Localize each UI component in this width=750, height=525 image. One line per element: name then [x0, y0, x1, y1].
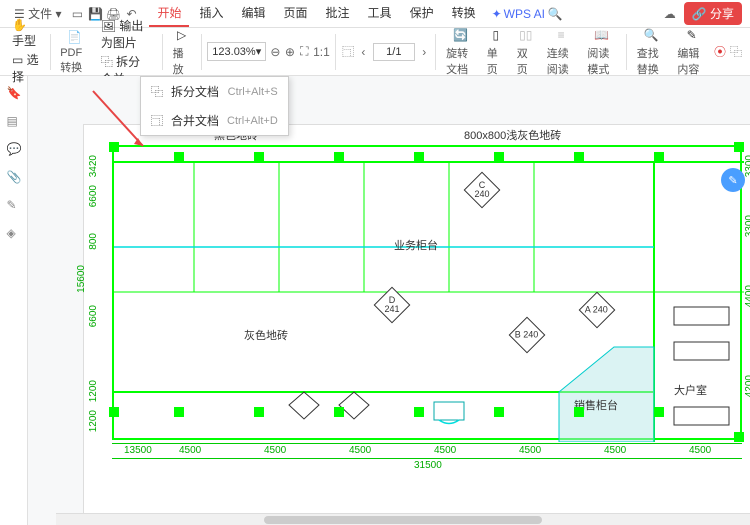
zoom-out-icon[interactable]: ⊖ — [270, 44, 280, 60]
tab-protect[interactable]: 保护 — [402, 0, 442, 27]
hand-tool[interactable]: ✋ 手型 — [12, 18, 40, 49]
ribbon: ✋ 手型 ▭ 选择 📄PDF转换 🖼 输出为图片 ⿻ 拆分合并 ▾ ▷播放 12… — [0, 28, 750, 76]
canvas[interactable]: ⿻拆分文档Ctrl+Alt+S ⿹合并文档Ctrl+Alt+D ✎ 黑色地砖 8… — [28, 76, 750, 525]
tab-tools[interactable]: 工具 — [360, 0, 400, 27]
extra1-icon[interactable]: ⦿ — [714, 44, 726, 60]
body: 🔖 ▤ 💬 📎 ✎ ◈ ⿻拆分文档Ctrl+Alt+S ⿹合并文档Ctrl+Al… — [0, 76, 750, 525]
open-icon[interactable]: ▭ — [69, 6, 85, 22]
menu-tabs: 开始 插入 编辑 页面 批注 工具 保护 转换 — [149, 0, 483, 27]
search-icon[interactable]: 🔍 — [547, 6, 563, 22]
single-icon[interactable]: ▯ — [487, 26, 505, 44]
floor-plan: 灰色地砖 业务柜台 销售柜台 大户室 C 240 D 241 B 240 A 2… — [112, 145, 742, 440]
merge-doc-item[interactable]: ⿹合并文档Ctrl+Alt+D — [141, 106, 288, 135]
label-gray: 灰色地砖 — [244, 327, 288, 343]
zoom-input[interactable]: 123.03% ▾ — [207, 42, 266, 61]
edit-icon[interactable]: ✎ — [7, 198, 21, 212]
tab-convert[interactable]: 转换 — [444, 0, 484, 27]
actual-icon[interactable]: 1:1 — [313, 44, 329, 60]
cloud-icon[interactable]: ☁ — [662, 6, 678, 22]
tab-annot[interactable]: 批注 — [318, 0, 358, 27]
thumbs-icon[interactable]: ▤ — [7, 114, 21, 128]
share-button[interactable]: 🔗 分享 — [684, 2, 742, 25]
play-icon[interactable]: ▷ — [173, 26, 191, 44]
prev-page-icon[interactable]: ‹ — [358, 44, 368, 60]
read-icon[interactable]: 📖 — [593, 26, 611, 44]
bookmark-icon[interactable]: 🔖 — [7, 86, 21, 100]
tab-page[interactable]: 页面 — [276, 0, 316, 27]
double-icon: ▯▯ — [517, 26, 535, 44]
float-button[interactable]: ✎ — [721, 168, 745, 192]
label-big: 大户室 — [674, 382, 707, 398]
cont-icon: ≡ — [552, 26, 570, 44]
next-page-icon[interactable]: › — [419, 44, 429, 60]
editcol-icon[interactable]: ✎ — [683, 26, 701, 44]
convert-icon[interactable]: 📄 — [66, 28, 84, 46]
find-icon[interactable]: 🔍 — [642, 26, 660, 44]
export-image[interactable]: 🖼 输出为图片 — [101, 17, 152, 51]
label-gray-tile: 800x800浅灰色地砖 — [464, 127, 561, 143]
scrollbar-h[interactable] — [56, 513, 750, 525]
tool1-icon[interactable]: ⿹ — [342, 44, 354, 60]
extra2-icon[interactable]: ⿻ — [730, 44, 742, 60]
tab-edit[interactable]: 编辑 — [234, 0, 274, 27]
fit-icon[interactable]: ⛶ — [299, 44, 309, 60]
arrow-annotation — [88, 86, 148, 156]
split-dropdown: ⿻拆分文档Ctrl+Alt+S ⿹合并文档Ctrl+Alt+D — [140, 76, 289, 136]
drawing-sheet: 黑色地砖 800x800浅灰色地砖 灰色地砖 业务柜台 销售柜台 大户室 — [83, 124, 750, 524]
attach-icon[interactable]: 📎 — [7, 170, 21, 184]
tab-insert[interactable]: 插入 — [191, 0, 231, 27]
layers-icon[interactable]: ◈ — [7, 226, 21, 240]
rotate-icon[interactable]: 🔄 — [451, 26, 469, 44]
page-input[interactable]: 1/1 — [373, 43, 416, 61]
zoom-in-icon[interactable]: ⊕ — [285, 44, 295, 60]
comment-icon[interactable]: 💬 — [7, 142, 21, 156]
label-biz: 业务柜台 — [394, 237, 438, 253]
wps-ai-button[interactable]: ✦ WPS AI — [492, 7, 545, 21]
sidebar: 🔖 ▤ 💬 📎 ✎ ◈ — [0, 76, 28, 525]
split-doc-item[interactable]: ⿻拆分文档Ctrl+Alt+S — [141, 77, 288, 106]
merge-doc-icon: ⿹ — [151, 112, 163, 129]
split-doc-icon: ⿻ — [151, 83, 163, 100]
